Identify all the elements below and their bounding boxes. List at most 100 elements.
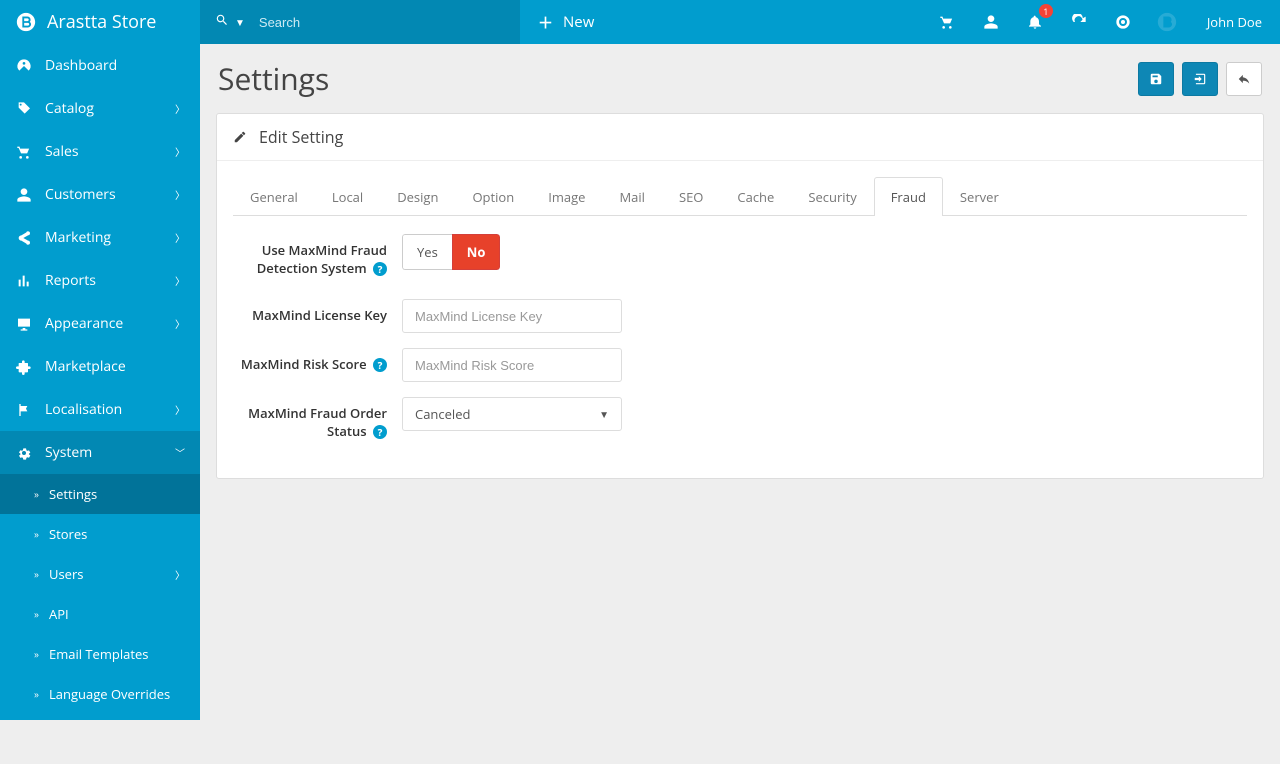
sidebar-label: API — [49, 605, 69, 623]
sidebar-item-customers[interactable]: Customers 〉 — [0, 173, 200, 216]
page-title: Settings — [218, 58, 329, 99]
sidebar-item-reports[interactable]: Reports 〉 — [0, 259, 200, 302]
license-key-input[interactable] — [402, 299, 622, 333]
fraud-order-status-control: Canceled ▼ — [402, 397, 1247, 431]
sidebar-label: Marketing — [45, 228, 111, 247]
tab-seo[interactable]: SEO — [662, 177, 720, 216]
dashboard-icon — [15, 58, 33, 74]
sidebar-item-marketplace[interactable]: Marketplace — [0, 345, 200, 388]
sidebar-label: Email Templates — [49, 645, 149, 663]
search-input[interactable] — [259, 9, 505, 36]
user-menu[interactable]: John Doe — [1189, 0, 1280, 44]
sidebar-item-catalog[interactable]: Catalog 〉 — [0, 87, 200, 130]
sidebar-subitem-settings[interactable]: » Settings — [0, 474, 200, 514]
double-chevron-icon: » — [34, 647, 39, 661]
cart-button[interactable] — [925, 0, 969, 44]
sidebar-label: System — [45, 443, 92, 462]
sidebar-subitem-api[interactable]: » API — [0, 594, 200, 634]
sidebar-label: Dashboard — [45, 56, 117, 75]
sidebar-subitem-email-templates[interactable]: » Email Templates — [0, 634, 200, 674]
sidebar-item-marketing[interactable]: Marketing 〉 — [0, 216, 200, 259]
sidebar-subitem-stores[interactable]: » Stores — [0, 514, 200, 554]
sidebar-item-dashboard[interactable]: Dashboard — [0, 44, 200, 87]
select-value: Canceled — [415, 405, 470, 423]
chevron-right-icon: 〉 — [175, 316, 185, 331]
new-label: New — [563, 12, 594, 32]
label-text: MaxMind Fraud Order Status — [248, 404, 387, 440]
tab-option[interactable]: Option — [455, 177, 531, 216]
chevron-right-icon: 〉 — [175, 187, 185, 202]
help-icon[interactable]: ? — [373, 262, 387, 276]
chevron-right-icon: 〉 — [175, 144, 185, 159]
sidebar-item-tools[interactable]: Tools 〉 — [0, 714, 200, 720]
tab-security[interactable]: Security — [791, 177, 873, 216]
license-key-label: MaxMind License Key — [233, 299, 402, 331]
support-button[interactable] — [1101, 0, 1145, 44]
caret-down-icon: ▼ — [599, 407, 609, 421]
tab-mail[interactable]: Mail — [602, 177, 661, 216]
sidebar-label: Reports — [45, 271, 96, 290]
sidebar-item-appearance[interactable]: Appearance 〉 — [0, 302, 200, 345]
save-exit-button[interactable] — [1182, 62, 1218, 96]
toggle-yes[interactable]: Yes — [402, 234, 452, 270]
chevron-right-icon: 〉 — [175, 273, 185, 288]
sidebar-label: Language Overrides — [49, 685, 170, 703]
tab-fraud[interactable]: Fraud — [874, 177, 943, 216]
sidebar-item-system[interactable]: System ﹀ — [0, 431, 200, 474]
user-icon — [15, 187, 33, 203]
form-group-license-key: MaxMind License Key — [233, 299, 1247, 333]
double-chevron-icon: » — [34, 607, 39, 621]
double-chevron-icon: » — [34, 487, 39, 501]
brand-logo[interactable]: Arastta Store — [0, 0, 200, 44]
save-icon — [1149, 72, 1163, 86]
bell-icon — [1027, 14, 1043, 30]
sidebar-subitem-language-overrides[interactable]: » Language Overrides — [0, 674, 200, 714]
sidebar-label: Marketplace — [45, 357, 126, 376]
form-group-fraud-detection: Use MaxMind Fraud Detection System ? Yes… — [233, 234, 1247, 284]
chevron-right-icon: 〉 — [175, 402, 185, 417]
flag-icon — [15, 402, 33, 418]
tab-server[interactable]: Server — [943, 177, 1016, 216]
sidebar-item-sales[interactable]: Sales 〉 — [0, 130, 200, 173]
exit-icon — [1193, 72, 1207, 86]
toggle-no[interactable]: No — [452, 234, 501, 270]
fraud-order-status-select[interactable]: Canceled ▼ — [402, 397, 622, 431]
main-content: Settings Edit Setting General Local Desi… — [200, 44, 1280, 495]
brand-watermark — [1145, 0, 1189, 44]
risk-score-input[interactable] — [402, 348, 622, 382]
double-chevron-icon: » — [34, 527, 39, 541]
notifications-button[interactable]: 1 — [1013, 0, 1057, 44]
refresh-button[interactable] — [1057, 0, 1101, 44]
sidebar-label: Localisation — [45, 400, 122, 419]
cart-icon — [15, 144, 33, 160]
risk-score-label: MaxMind Risk Score ? — [233, 348, 402, 380]
tab-local[interactable]: Local — [315, 177, 380, 216]
label-text: Use MaxMind Fraud Detection System — [257, 241, 387, 277]
page-actions — [1138, 62, 1262, 96]
tab-cache[interactable]: Cache — [720, 177, 791, 216]
tab-general[interactable]: General — [233, 177, 315, 216]
user-button[interactable] — [969, 0, 1013, 44]
help-icon[interactable]: ? — [373, 358, 387, 372]
sidebar-subitem-users[interactable]: » Users 〉 — [0, 554, 200, 594]
sidebar-item-localisation[interactable]: Localisation 〉 — [0, 388, 200, 431]
help-icon[interactable]: ? — [373, 425, 387, 439]
reply-icon — [1237, 72, 1251, 86]
header-right: 1 John Doe — [925, 0, 1280, 44]
cancel-button[interactable] — [1226, 62, 1262, 96]
save-button[interactable] — [1138, 62, 1174, 96]
tab-design[interactable]: Design — [380, 177, 455, 216]
page-header: Settings — [216, 44, 1264, 113]
tab-image[interactable]: Image — [531, 177, 602, 216]
new-button[interactable]: ＋ New — [520, 0, 612, 44]
puzzle-icon — [15, 359, 33, 375]
search-caret-icon[interactable]: ▼ — [235, 15, 245, 29]
gear-icon — [15, 445, 33, 461]
label-text: MaxMind License Key — [252, 306, 387, 324]
cart-icon — [939, 14, 955, 30]
sidebar: Dashboard Catalog 〉 Sales 〉 Customers 〉 … — [0, 44, 200, 720]
tag-icon — [15, 101, 33, 117]
sidebar-label: Customers — [45, 185, 116, 204]
plus-icon: ＋ — [538, 12, 553, 33]
search-icon[interactable] — [215, 13, 229, 31]
